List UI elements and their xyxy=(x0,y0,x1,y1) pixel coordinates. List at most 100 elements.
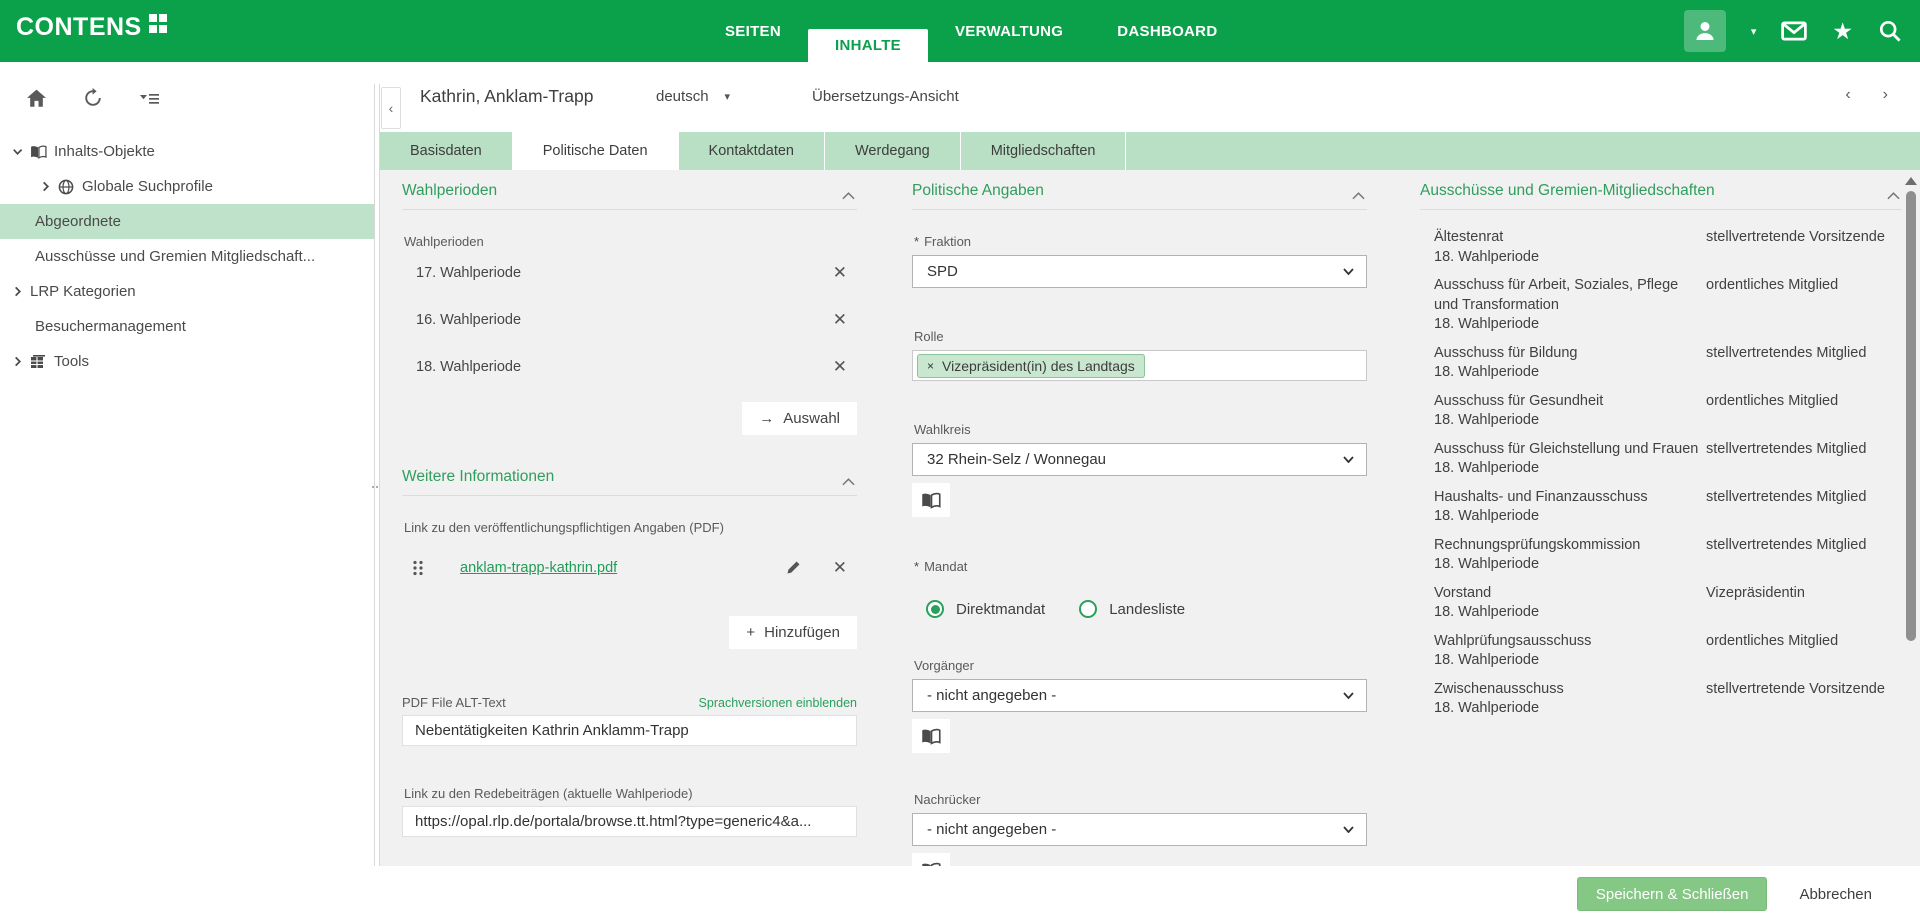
scrollbar-up-arrow[interactable] xyxy=(1905,177,1917,185)
chevron-right-icon[interactable] xyxy=(40,181,58,192)
sidebar-item-label: Ausschüsse und Gremien Mitgliedschaft... xyxy=(35,248,315,265)
tab-mitgliedschaften[interactable]: Mitgliedschaften xyxy=(961,132,1127,170)
committee-name: Vorstand xyxy=(1434,584,1706,604)
edit-pencil-icon[interactable] xyxy=(786,560,801,575)
fraktion-select[interactable]: SPD xyxy=(912,255,1367,288)
radio-direktmandat[interactable]: Direktmandat xyxy=(926,600,1045,618)
filter-list-icon[interactable] xyxy=(139,90,161,106)
tab-basisdaten[interactable]: Basisdaten xyxy=(380,132,513,170)
wahlperiode-label: 17. Wahlperiode xyxy=(416,265,521,281)
nav-dashboard[interactable]: DASHBOARD xyxy=(1090,0,1244,62)
nav-seiten[interactable]: SEITEN xyxy=(698,0,808,62)
collapse-section-icon[interactable] xyxy=(842,478,857,486)
remove-icon[interactable]: ✕ xyxy=(833,358,847,375)
drag-handle-icon[interactable] xyxy=(412,560,424,576)
language-dropdown[interactable]: deutsch ▾ xyxy=(656,88,730,105)
sidebar-item-inhalts-objekte[interactable]: Inhalts-Objekte xyxy=(0,134,374,169)
list-item: 18. Wahlperiode ✕ xyxy=(402,343,857,390)
remove-tag-icon[interactable]: × xyxy=(927,359,934,373)
committee-period: 18. Wahlperiode xyxy=(1434,315,1706,335)
sidebar-item-label: Abgeordnete xyxy=(35,213,121,230)
membership-role: stellvertretende Vorsitzende xyxy=(1706,228,1902,267)
membership-row: Vorstand18. Wahlperiode Vizepräsidentin xyxy=(1434,584,1902,623)
radio-landesliste[interactable]: Landesliste xyxy=(1079,600,1185,618)
collapse-section-icon[interactable] xyxy=(1352,192,1367,200)
collapse-section-icon[interactable] xyxy=(1887,192,1902,200)
sidebar-item-lrp-kategorien[interactable]: LRP Kategorien xyxy=(0,274,374,309)
nachruecker-value: - nicht angegeben - xyxy=(927,821,1056,838)
search-icon[interactable] xyxy=(1878,19,1902,43)
section-title: Wahlperioden xyxy=(402,182,497,200)
logo-grid-icon xyxy=(149,14,168,33)
membership-row: Zwischenausschuss18. Wahlperiode stellve… xyxy=(1434,680,1902,719)
committee-period: 18. Wahlperiode xyxy=(1434,363,1706,383)
committee-name: Ältestenrat xyxy=(1434,228,1706,248)
cancel-button[interactable]: Abbrechen xyxy=(1793,885,1878,904)
rolle-tag-field[interactable]: × Vizepräsident(in) des Landtags xyxy=(912,350,1367,381)
vorgaenger-select[interactable]: - nicht angegeben - xyxy=(912,679,1367,712)
save-close-button[interactable]: Speichern & Schließen xyxy=(1577,877,1768,911)
nav-verwaltung[interactable]: VERWALTUNG xyxy=(928,0,1090,62)
sidebar-item-ausschuesse[interactable]: Ausschüsse und Gremien Mitgliedschaft... xyxy=(0,239,374,274)
vorgaenger-label: Vorgänger xyxy=(914,658,1367,673)
wahlkreis-select[interactable]: 32 Rhein-Selz / Wonnegau xyxy=(912,443,1367,476)
hinzufuegen-button[interactable]: + Hinzufügen xyxy=(729,616,857,649)
alt-text-label: PDF File ALT-Text xyxy=(402,695,506,710)
wahlperioden-field-label: Wahlperioden xyxy=(404,234,857,249)
committee-name: Zwischenausschuss xyxy=(1434,680,1706,700)
top-bar: CONTENS SEITEN INHALTE VERWALTUNG DASHBO… xyxy=(0,0,1920,62)
section-title: Weitere Informationen xyxy=(402,468,554,486)
remove-file-icon[interactable]: ✕ xyxy=(833,559,847,576)
vorgaenger-browse-button[interactable] xyxy=(912,719,950,753)
remove-icon[interactable]: ✕ xyxy=(833,311,847,328)
committee-name: Haushalts- und Finanzausschuss xyxy=(1434,488,1706,508)
language-versions-link[interactable]: Sprachversionen einblenden xyxy=(699,696,857,710)
refresh-icon[interactable] xyxy=(83,88,103,108)
mail-icon[interactable] xyxy=(1781,20,1807,42)
user-avatar-button[interactable] xyxy=(1684,10,1726,52)
nachruecker-browse-button[interactable] xyxy=(912,853,950,866)
required-marker: * xyxy=(914,559,919,574)
remove-icon[interactable]: ✕ xyxy=(833,264,847,281)
list-item: 17. Wahlperiode ✕ xyxy=(402,249,857,296)
column-wahlperioden: Wahlperioden Wahlperioden 17. Wahlperiod… xyxy=(402,170,857,837)
user-menu-caret-icon[interactable]: ▾ xyxy=(1751,25,1757,38)
form-tabs: Basisdaten Politische Daten Kontaktdaten… xyxy=(380,132,1920,170)
section-weitere-informationen-header: Weitere Informationen xyxy=(402,468,857,496)
nav-inhalte[interactable]: INHALTE xyxy=(808,29,928,62)
membership-row: Ältestenrat18. Wahlperiode stellvertrete… xyxy=(1434,228,1902,267)
speeches-link-input[interactable] xyxy=(402,806,857,837)
membership-row: Ausschuss für Arbeit, Soziales, Pflege u… xyxy=(1434,276,1902,335)
collapse-section-icon[interactable] xyxy=(842,192,857,200)
collapse-sidebar-button[interactable]: ‹ xyxy=(381,87,401,129)
favorites-star-icon[interactable]: ★ xyxy=(1832,20,1853,43)
previous-record-icon[interactable]: ‹ xyxy=(1845,86,1850,104)
translation-view-link[interactable]: Übersetzungs-Ansicht xyxy=(812,88,959,105)
alt-text-input[interactable] xyxy=(402,715,857,746)
membership-row: Haushalts- und Finanzausschuss18. Wahlpe… xyxy=(1434,488,1902,527)
home-icon[interactable] xyxy=(26,89,47,108)
arrow-right-icon: → xyxy=(759,410,774,427)
section-wahlperioden-header: Wahlperioden xyxy=(402,182,857,210)
sidebar-item-tools[interactable]: Tools xyxy=(0,344,374,379)
tab-politische-daten[interactable]: Politische Daten xyxy=(513,132,679,170)
sidebar-item-label: Besuchermanagement xyxy=(35,318,186,335)
scrollbar-thumb[interactable] xyxy=(1906,191,1916,641)
chevron-down-icon xyxy=(1343,692,1354,699)
sidebar-item-besuchermanagement[interactable]: Besuchermanagement xyxy=(0,309,374,344)
record-title: Kathrin, Anklam-Trapp xyxy=(420,86,593,107)
tab-kontaktdaten[interactable]: Kontaktdaten xyxy=(679,132,825,170)
pdf-file-link[interactable]: anklam-trapp-kathrin.pdf xyxy=(460,560,617,576)
chevron-down-icon[interactable] xyxy=(12,146,30,157)
auswahl-button[interactable]: → Auswahl xyxy=(742,402,857,435)
chevron-right-icon[interactable] xyxy=(12,286,30,297)
wahlkreis-browse-button[interactable] xyxy=(912,483,950,517)
nachruecker-select[interactable]: - nicht angegeben - xyxy=(912,813,1367,846)
membership-role: stellvertretendes Mitglied xyxy=(1706,488,1902,527)
next-record-icon[interactable]: › xyxy=(1883,86,1888,104)
open-book-icon xyxy=(921,492,941,509)
sidebar-item-abgeordnete[interactable]: Abgeordnete xyxy=(0,204,374,239)
tab-werdegang[interactable]: Werdegang xyxy=(825,132,961,170)
sidebar-item-globale-suchprofile[interactable]: Globale Suchprofile xyxy=(0,169,374,204)
chevron-right-icon[interactable] xyxy=(12,356,30,367)
